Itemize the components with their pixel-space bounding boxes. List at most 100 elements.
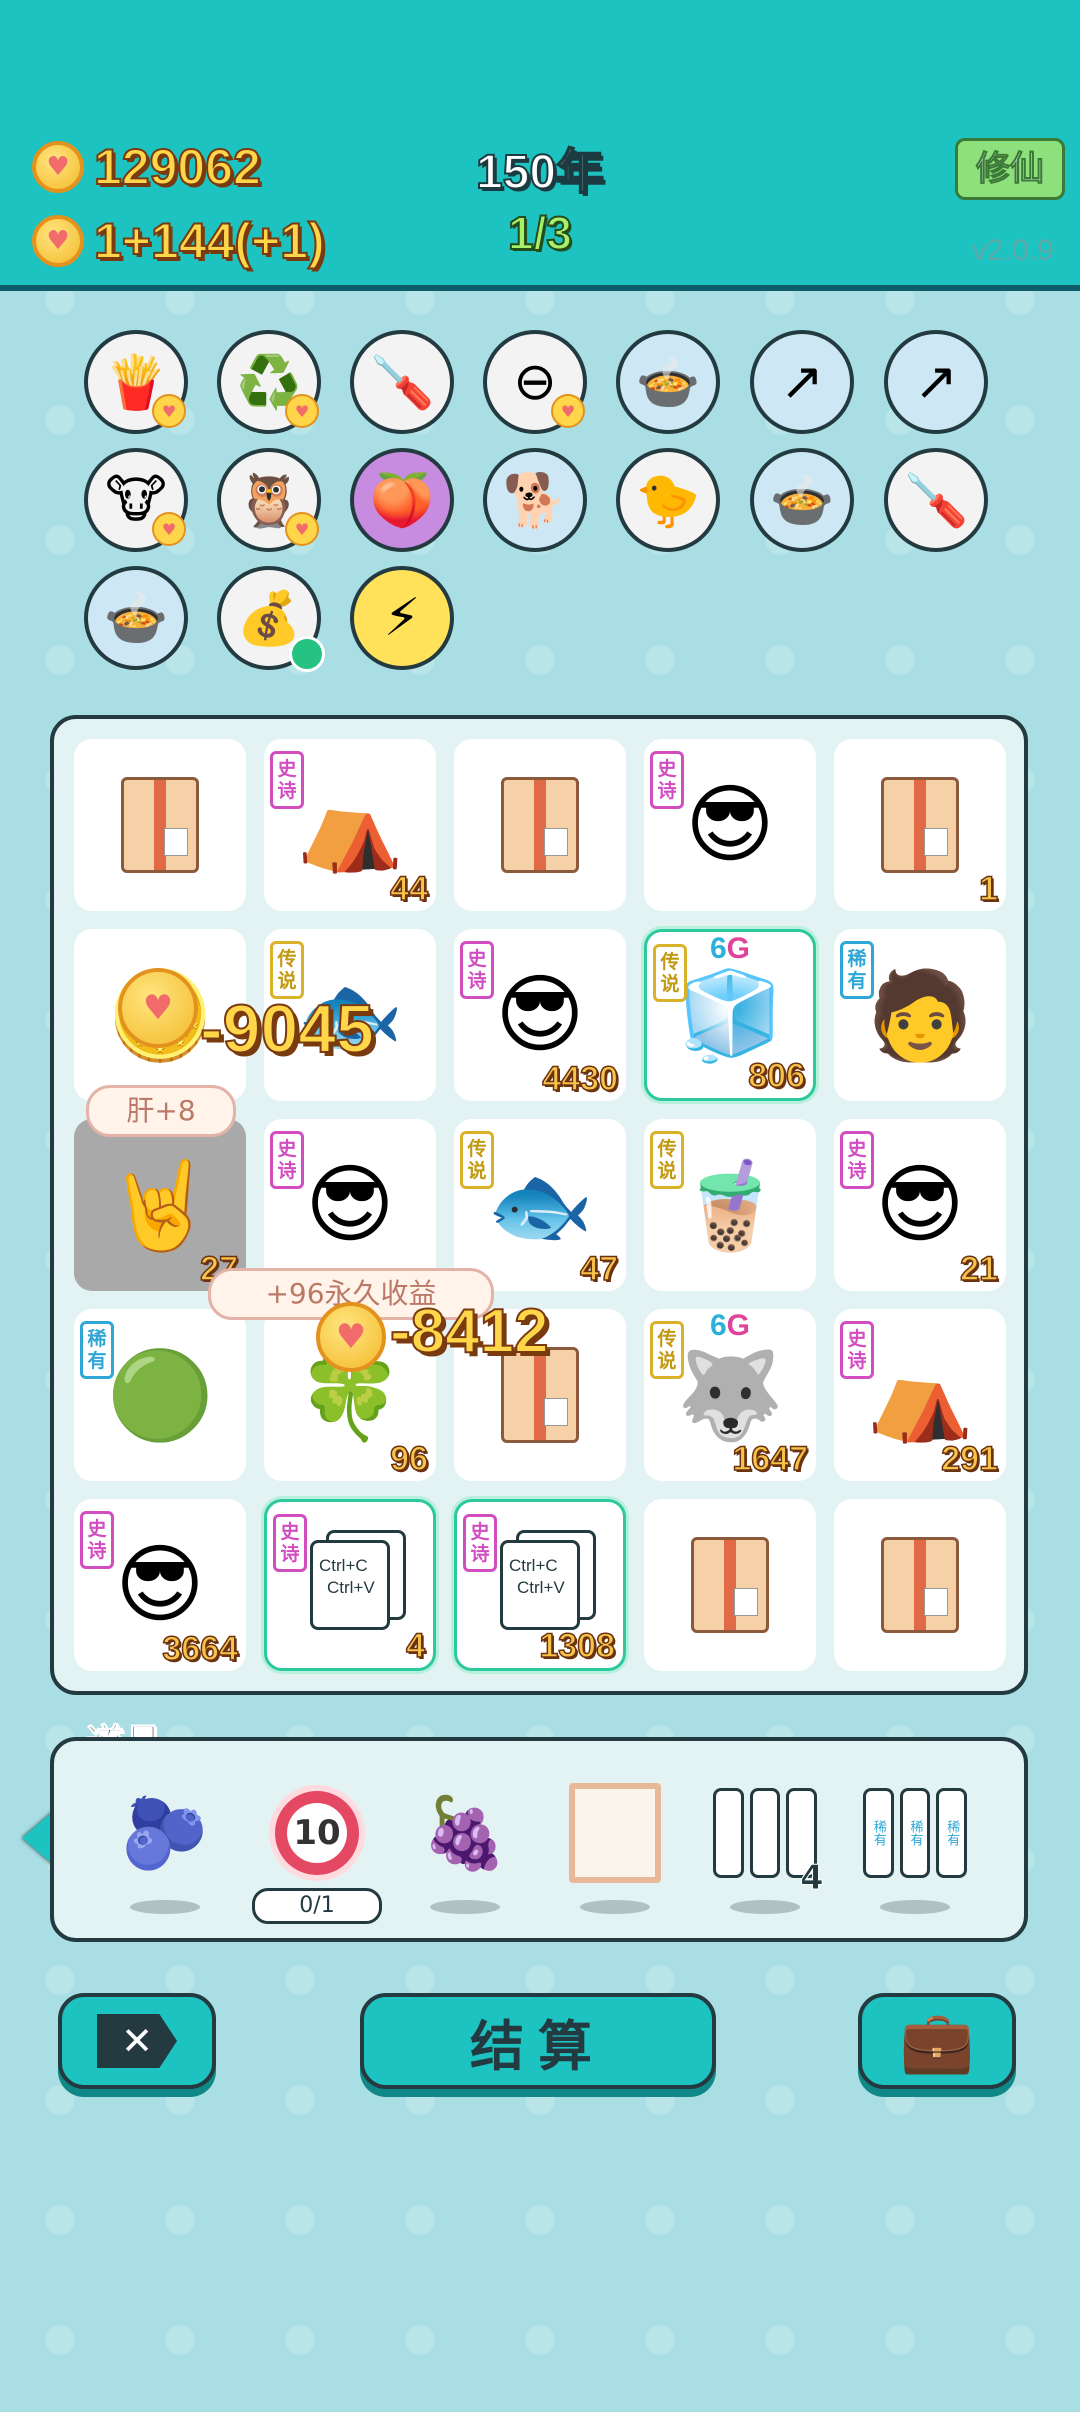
board-cell[interactable]: 🧋 传说	[644, 1119, 816, 1291]
year-label: 150年	[475, 145, 605, 200]
income-amount: 1+144(+1)	[93, 212, 326, 270]
board-cell[interactable]: 🟢 稀有	[74, 1309, 246, 1481]
rare-slots-icon[interactable]: 稀有 稀有 稀有	[860, 1778, 970, 1888]
close-icon: ✕	[97, 2014, 177, 2068]
board-cell[interactable]: 🧊 传说 6G 806	[644, 929, 816, 1101]
board-cell[interactable]: 🐺 传说 6G 1647	[644, 1309, 816, 1481]
negative-gain-2: -8412	[389, 1296, 550, 1367]
coin-badge-icon: ♥	[551, 394, 585, 428]
money-bag-icon[interactable]: 💰	[217, 566, 325, 672]
version-label: v2.0.9	[972, 234, 1054, 267]
board-cell[interactable]	[454, 739, 626, 911]
rarity-tag: 史诗	[650, 751, 684, 809]
ten-ball-icon[interactable]: 10	[262, 1778, 372, 1888]
screwdriver-icon[interactable]: 🪛	[884, 448, 988, 552]
lychee-icon[interactable]: 🍇	[410, 1778, 520, 1888]
briefcase-icon: 💼	[899, 2006, 975, 2077]
income-counter: ♥ 1+144(+1)	[32, 212, 326, 270]
board-cell[interactable]: 1	[834, 739, 1006, 911]
board-cell[interactable]: ⛺ 史诗 44	[264, 739, 436, 911]
empty-frame-icon[interactable]	[560, 1778, 670, 1888]
lightning-icon[interactable]: ⚡	[350, 566, 454, 670]
duck-pot-icon[interactable]: 🍲	[616, 330, 720, 434]
minus-circle-icon[interactable]: ⊖ ♥	[483, 330, 587, 434]
relic-glyph: 💰	[236, 588, 302, 649]
coin-badge-icon: ♥	[152, 394, 186, 428]
board-cell[interactable]: ⛺ 史诗 291	[834, 1309, 1006, 1481]
cell-count: 4	[405, 1626, 425, 1666]
settle-button[interactable]: 结算	[360, 1993, 716, 2089]
green-hat-face-icon: 😎	[875, 1155, 965, 1255]
xiuxian-button[interactable]: 修仙	[955, 138, 1065, 200]
board-cell[interactable]: 🧑 稀有	[834, 929, 1006, 1101]
ctrl-v-text: Ctrl+V	[327, 1578, 375, 1597]
rarity-tag: 传说	[460, 1131, 494, 1189]
board-cell[interactable]: 😎 史诗 3664	[74, 1499, 246, 1671]
board-cell[interactable]: Ctrl+C Ctrl+V 史诗 1308	[454, 1499, 626, 1671]
relic-glyph: ↗	[780, 352, 824, 412]
rare-slot-label: 稀有	[863, 1788, 894, 1878]
item-shadow	[880, 1900, 950, 1914]
relic-glyph: 🍲	[769, 470, 835, 531]
rock-hand-icon: 🤘	[106, 1155, 214, 1256]
board-cell[interactable]: Ctrl+C Ctrl+V 史诗 4	[264, 1499, 436, 1671]
cardboard-box-icon	[121, 777, 199, 873]
duck-pot-icon[interactable]: 🍲	[84, 566, 188, 670]
chick-egg-icon[interactable]: 🐤	[616, 448, 720, 552]
koi-fish-icon: 🐟	[486, 1155, 594, 1256]
backpack-button[interactable]: 💼	[858, 1993, 1016, 2089]
duck-pot-icon[interactable]: 🍲	[750, 448, 854, 552]
rabbit-tent-icon: ⛺	[866, 1345, 974, 1446]
green-slime-icon: 🟢	[106, 1345, 214, 1446]
fries-icon[interactable]: 🍟 ♥	[84, 330, 188, 434]
rarity-tag: 传说	[650, 1131, 684, 1189]
crowned-fridge-icon: 🧊	[676, 965, 784, 1066]
rarity-tag: 史诗	[840, 1131, 874, 1189]
green-hat-face-icon: 😎	[115, 1535, 205, 1635]
twin-cows-icon[interactable]: 🐮 ♥	[84, 448, 188, 552]
coin-counter: ♥ 129062	[32, 138, 262, 196]
settle-label: 结算	[470, 2014, 606, 2078]
item-shadow	[730, 1900, 800, 1914]
rarity-tag: 史诗	[840, 1321, 874, 1379]
board-cell[interactable]	[74, 739, 246, 911]
float-pill-1: 肝+8	[86, 1085, 236, 1137]
board-cell[interactable]: 😎 史诗 4430	[454, 929, 626, 1101]
board-cell[interactable]: 🤘 27	[74, 1119, 246, 1291]
blueberry-icon[interactable]: 🫐	[110, 1778, 220, 1888]
relic-glyph: 🐤	[635, 470, 701, 531]
rare-slot-label: 稀有	[936, 1788, 968, 1878]
cardboard-box-icon	[881, 1537, 959, 1633]
eyepatch-fruit-icon[interactable]: 🍑	[350, 448, 454, 552]
board-cell[interactable]: 😎 史诗	[264, 1119, 436, 1291]
recycle-icon[interactable]: ♻️ ♥	[217, 330, 321, 434]
item-shadow	[430, 1900, 500, 1914]
bucket-hat-man-icon: 🧑	[866, 965, 974, 1066]
cell-count: 806	[748, 1056, 806, 1096]
green-hat-face-icon: 😎	[495, 965, 585, 1065]
ctrl-c-v-cards-icon: Ctrl+C Ctrl+V	[310, 1540, 390, 1630]
board-cell[interactable]	[644, 1499, 816, 1671]
relic-glyph: 🍲	[635, 352, 701, 413]
coin-icon: ♥	[32, 215, 84, 267]
owls-icon[interactable]: 🦉 ♥	[217, 448, 321, 552]
item-shadow	[580, 1900, 650, 1914]
arrow-up-card-icon[interactable]: ↗	[750, 330, 854, 434]
arrow-up-card-icon[interactable]: ↗	[884, 330, 988, 434]
board-cell[interactable]	[834, 1499, 1006, 1671]
board-cell[interactable]: 🐟 传说 47	[454, 1119, 626, 1291]
board-cell[interactable]: 😎 史诗 21	[834, 1119, 1006, 1291]
cancel-button[interactable]: ✕	[58, 1993, 216, 2089]
relic-glyph: 🍲	[103, 588, 169, 649]
relic-glyph: 🪛	[903, 470, 969, 531]
relic-glyph: ↗	[914, 352, 958, 412]
board-cell[interactable]: 😎 史诗	[644, 739, 816, 911]
screwdriver-icon[interactable]: 🪛	[350, 330, 454, 434]
coin-amount: 129062	[93, 138, 262, 196]
coin-badge-icon: ♥	[285, 394, 319, 428]
cell-count: 47	[579, 1249, 618, 1289]
ctrl-c-v-cards-icon: Ctrl+C Ctrl+V	[500, 1540, 580, 1630]
crowned-husky-icon: 🐺	[676, 1345, 784, 1446]
cool-dog-icon[interactable]: 🐕	[483, 448, 587, 552]
six-g-badge: 6G	[709, 932, 751, 965]
